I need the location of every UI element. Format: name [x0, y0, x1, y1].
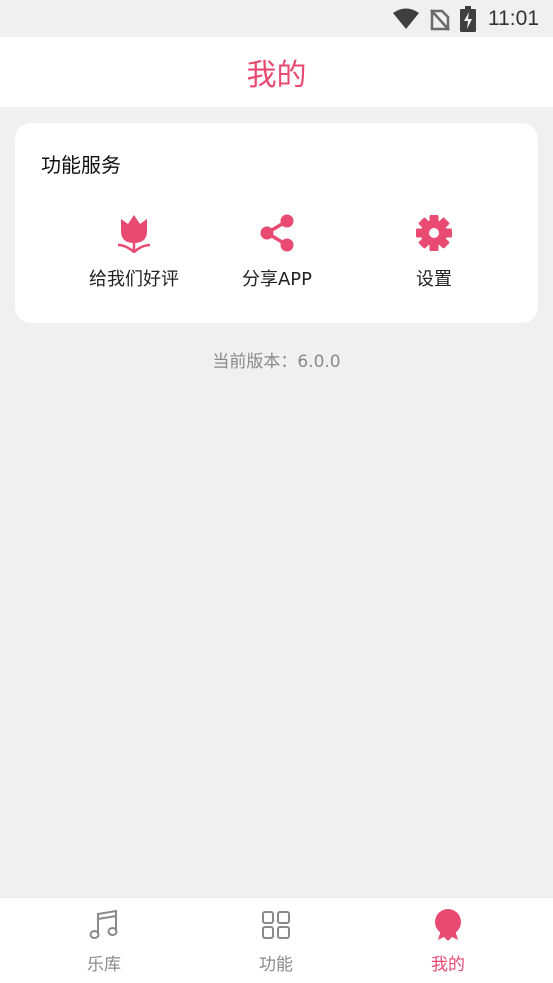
tab-features[interactable]: 功能: [184, 898, 368, 983]
music-note-icon: [87, 908, 121, 942]
settings-button[interactable]: 设置: [354, 213, 514, 291]
tab-library[interactable]: 乐库: [12, 898, 196, 983]
bottom-tab-bar: 乐库 功能 我的: [0, 897, 553, 983]
badge-icon: [431, 908, 465, 942]
tab-mine[interactable]: 我的: [356, 898, 540, 983]
grid-icon: [259, 908, 293, 942]
wifi-icon: [392, 8, 420, 30]
battery-charging-icon: [460, 5, 476, 32]
settings-label: 设置: [416, 269, 452, 290]
page-title: 我的: [246, 58, 307, 93]
rate-us-label: 给我们好评: [89, 269, 179, 290]
title-bar: 我的: [0, 37, 553, 107]
share-app-button[interactable]: 分享APP: [197, 213, 357, 291]
status-time: 11:01: [488, 6, 539, 30]
services-card-title: 功能服务: [41, 153, 121, 177]
tab-features-label: 功能: [259, 955, 293, 975]
rate-us-button[interactable]: 给我们好评: [54, 213, 214, 291]
services-card: 功能服务 给我们好评 分享APP 设置: [15, 123, 538, 323]
gear-icon: [414, 213, 454, 253]
no-sim-icon: [430, 7, 450, 31]
tab-library-label: 乐库: [87, 955, 121, 975]
tulip-icon: [114, 213, 154, 253]
status-bar: 11:01: [0, 0, 553, 37]
tab-mine-label: 我的: [431, 955, 465, 975]
share-app-label: 分享APP: [241, 269, 313, 290]
app-version: 当前版本：6.0.0: [212, 352, 341, 372]
share-icon: [257, 213, 297, 253]
